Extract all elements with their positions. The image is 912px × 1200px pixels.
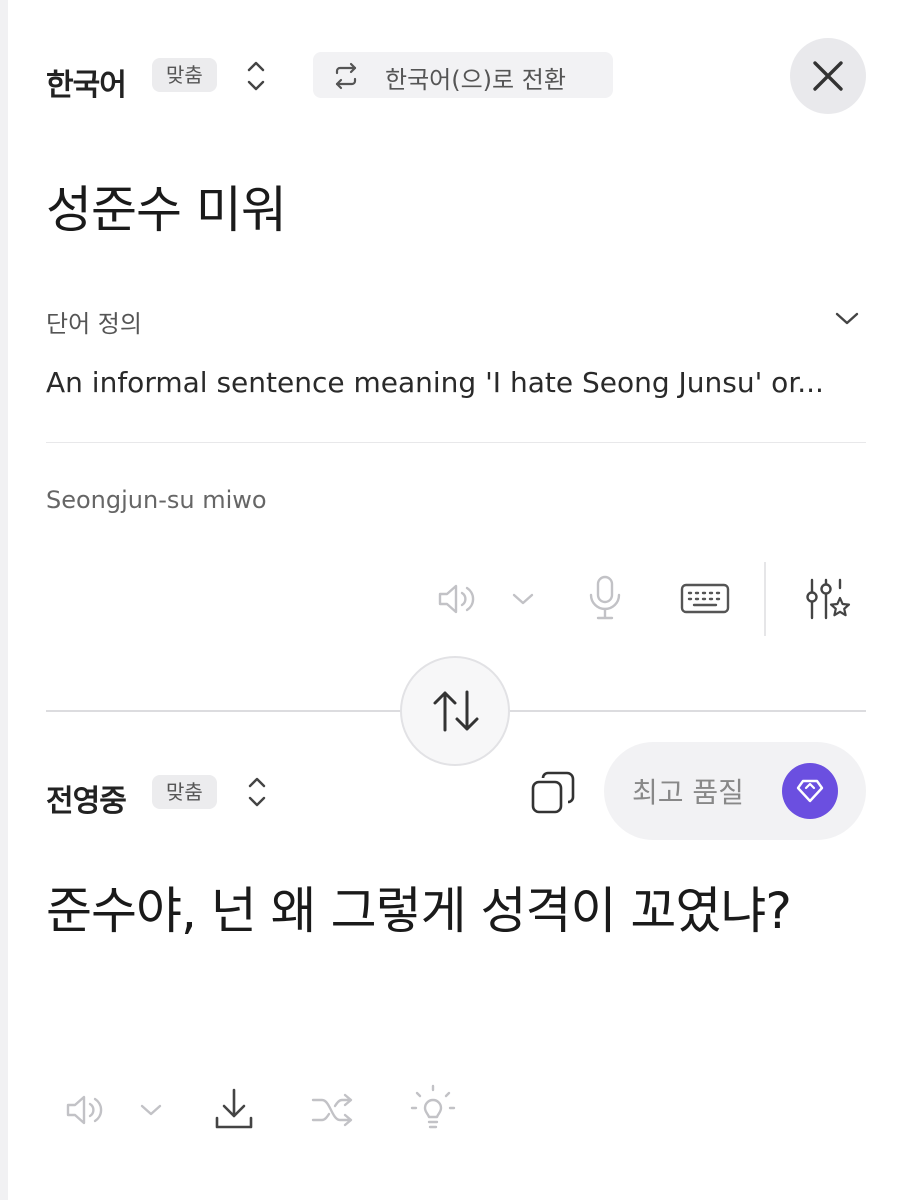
source-mode-badge[interactable]: 맞춤 — [152, 58, 217, 92]
toolbar-separator — [764, 562, 766, 636]
quality-toggle[interactable]: 최고 품질 — [604, 742, 866, 840]
source-text[interactable]: 성준수 미워 — [46, 170, 287, 242]
target-language-chevron-icon[interactable] — [245, 772, 269, 812]
speaker-icon[interactable] — [64, 1091, 108, 1133]
sliders-star-icon[interactable] — [804, 576, 852, 628]
source-language[interactable]: 한국어 — [46, 60, 127, 104]
target-mode-badge[interactable]: 맞춤 — [152, 775, 217, 809]
source-language-chevron-icon[interactable] — [244, 56, 268, 96]
lightbulb-icon[interactable] — [410, 1084, 456, 1138]
definition-chevron-down-icon[interactable] — [834, 310, 860, 332]
translation-text[interactable]: 준수야, 넌 왜 그렇게 성격이 꼬였냐? — [46, 874, 846, 948]
switch-language-button[interactable]: 한국어(으)로 전환 — [313, 52, 613, 98]
download-icon[interactable] — [212, 1086, 256, 1136]
speaker-icon[interactable] — [436, 580, 480, 622]
speaker-options-chevron-icon[interactable] — [138, 1101, 164, 1123]
target-language[interactable]: 전영중 — [46, 776, 127, 820]
definition-title: 단어 정의 — [46, 310, 142, 338]
gem-icon — [796, 779, 824, 803]
swap-arrows-icon — [335, 62, 357, 90]
swap-languages-button[interactable] — [400, 656, 510, 766]
speaker-options-chevron-icon[interactable] — [510, 590, 536, 612]
romanization: Seongjun-su miwo — [46, 486, 267, 514]
keyboard-icon[interactable] — [680, 582, 730, 620]
microphone-icon[interactable] — [586, 574, 624, 626]
divider — [46, 442, 866, 443]
quality-label: 최고 품질 — [632, 776, 744, 809]
quality-gem-button[interactable] — [782, 763, 838, 819]
definition-body[interactable]: An informal sentence meaning 'I hate Seo… — [46, 366, 866, 399]
source-header: 한국어 맞춤 한국어(으)로 전환 — [46, 38, 866, 114]
close-button[interactable] — [790, 38, 866, 114]
copy-icon[interactable] — [530, 770, 576, 820]
close-icon — [813, 61, 843, 91]
left-edge — [0, 0, 8, 1200]
switch-language-label: 한국어(으)로 전환 — [385, 66, 566, 94]
shuffle-icon[interactable] — [310, 1090, 356, 1134]
swap-vertical-icon — [433, 690, 479, 732]
